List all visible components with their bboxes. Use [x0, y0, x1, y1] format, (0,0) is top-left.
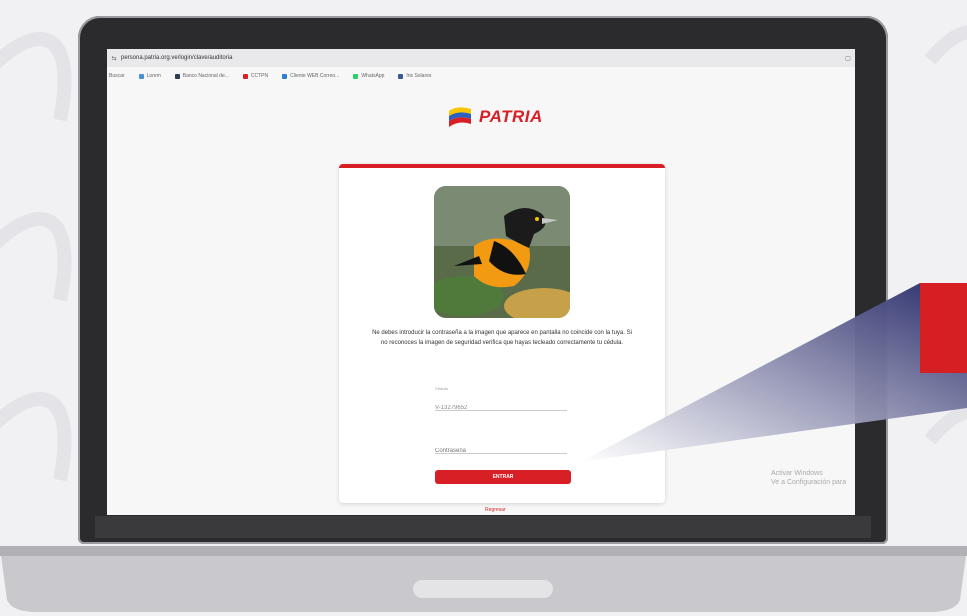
- callout-pointer: [580, 283, 967, 462]
- callout-red-block: [920, 283, 967, 373]
